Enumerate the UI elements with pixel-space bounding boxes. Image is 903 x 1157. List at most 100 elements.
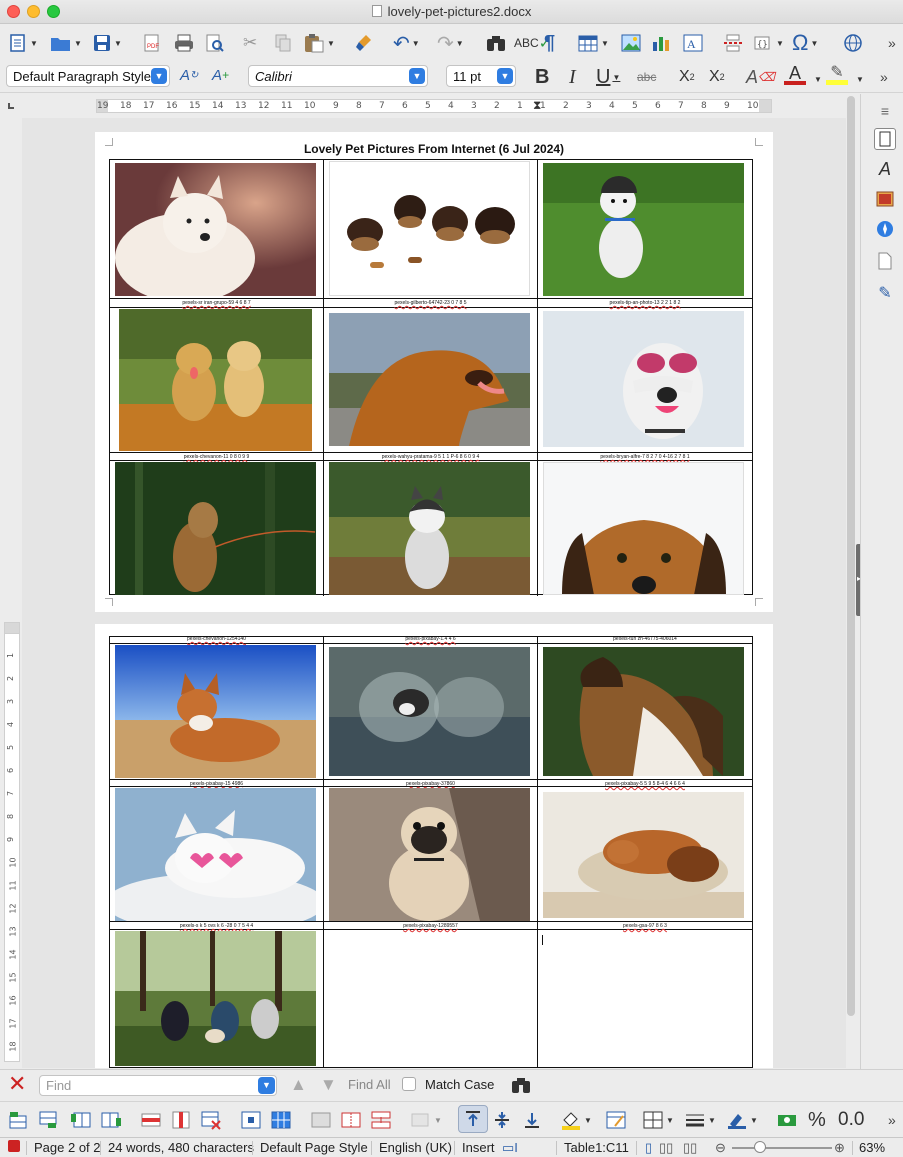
clear-formatting-icon[interactable]: A ⌫ — [746, 65, 775, 89]
number-format-decimal-icon[interactable]: 0.0 — [838, 1108, 864, 1132]
match-case-checkbox[interactable] — [402, 1077, 416, 1091]
chevron-down-icon[interactable]: ▼ — [409, 68, 425, 84]
insert-columns-after-icon[interactable] — [100, 1108, 122, 1132]
chevron-down-icon[interactable]: ▼ — [601, 39, 609, 48]
style-inspector-icon[interactable]: ✎ — [874, 282, 896, 304]
delete-table-icon[interactable] — [200, 1108, 222, 1132]
redo-icon[interactable]: ↷ ▼ — [437, 31, 464, 55]
close-find-bar-icon[interactable]: ✕ — [8, 1073, 26, 1095]
page-icon[interactable] — [874, 250, 896, 272]
multi-page-view-icon[interactable]: ▯▯ — [659, 1140, 673, 1156]
chevron-down-icon[interactable]: ▼ — [856, 75, 864, 84]
print-preview-icon[interactable] — [205, 31, 225, 55]
strikethrough-button[interactable]: abc — [637, 65, 656, 89]
photo-family-with-dog-park[interactable] — [115, 931, 316, 1066]
select-cell-icon[interactable] — [240, 1108, 262, 1132]
chevron-down-icon[interactable]: ▼ — [612, 73, 620, 82]
caption[interactable]: pexels-pixabay-37860 — [324, 780, 537, 788]
optimize-size-icon[interactable]: ▼ — [410, 1108, 442, 1132]
photo-puppy-sleeping-rug[interactable] — [543, 792, 744, 918]
split-cells-icon[interactable] — [340, 1108, 362, 1132]
font-size-select[interactable]: 11 pt ▼ — [446, 65, 516, 87]
vertical-ruler[interactable]: 1 2 3 4 5 6 7 8 9 10 11 12 13 14 15 16 17 18 — [4, 622, 20, 1062]
caption[interactable]: pexels-gilberto-64742-23 0 7 8 5 — [324, 299, 537, 307]
find-replace-icon[interactable] — [510, 1075, 532, 1098]
photo-beagle-looking-up[interactable] — [543, 647, 744, 776]
photo-corgi-beach[interactable] — [115, 645, 316, 778]
photo-cocker-spaniel-forest[interactable] — [115, 462, 316, 595]
highlight-color-button[interactable]: ✎ — [826, 65, 848, 89]
caption[interactable]: pexels-tun zh-46775-406014 — [538, 635, 752, 643]
find-next-icon[interactable]: ▼ — [320, 1075, 337, 1095]
chevron-down-icon[interactable]: ▼ — [810, 39, 818, 48]
caption[interactable]: pexels-sr iran-grupo-59 4 6 8 7 — [110, 299, 323, 307]
photo-table-continued[interactable]: pexels-chevanon-1254140 pexels-pixabay-1… — [109, 636, 753, 1068]
caption[interactable]: pexels-pixabay-5 5 9 5 8-4 6 4 6 6 4 — [538, 780, 752, 788]
gallery-icon[interactable] — [874, 188, 896, 210]
chevron-down-icon[interactable]: ▼ — [584, 1116, 592, 1125]
special-character-icon[interactable]: Ω ▼ — [792, 30, 818, 55]
caption[interactable]: pexels-pixabay-1289557 — [324, 922, 537, 930]
autoformat-styles-icon[interactable] — [605, 1108, 627, 1132]
language-status[interactable]: English (UK) — [379, 1140, 452, 1155]
page-2[interactable]: pexels-chevanon-1254140 pexels-pixabay-1… — [95, 624, 773, 1068]
indent-marker-icon[interactable]: ⧗ — [533, 98, 541, 113]
align-top-icon[interactable] — [458, 1105, 488, 1133]
insert-field-icon[interactable]: {} ▼ — [752, 31, 784, 55]
border-style-icon[interactable]: ▼ — [684, 1108, 716, 1132]
caption[interactable]: pexels-pixabay-15 4986 — [110, 780, 323, 788]
print-icon[interactable] — [173, 31, 195, 55]
center-vertically-icon[interactable] — [492, 1108, 512, 1132]
save-button[interactable]: ▼ — [92, 31, 122, 55]
insert-chart-icon[interactable] — [650, 31, 672, 55]
photo-samoyed-puppy[interactable] — [115, 163, 316, 296]
bold-button[interactable]: B — [535, 65, 549, 89]
split-table-icon[interactable] — [370, 1108, 392, 1132]
chevron-down-icon[interactable]: ▼ — [327, 39, 335, 48]
photo-aussie-puppy-grass[interactable] — [543, 163, 744, 296]
single-page-view-icon[interactable]: ▯ — [645, 1140, 652, 1156]
chevron-down-icon[interactable]: ▼ — [776, 39, 784, 48]
open-button[interactable]: ▼ — [50, 31, 82, 55]
photo-table[interactable]: pexels-sr iran-grupo-59 4 6 8 7 pexels-g… — [109, 159, 753, 596]
tab-type-icon[interactable] — [8, 103, 14, 109]
caption[interactable]: pexels-chevanon-1254140 — [110, 635, 323, 643]
select-table-icon[interactable] — [270, 1108, 292, 1132]
chevron-down-icon[interactable]: ▼ — [74, 39, 82, 48]
caption[interactable]: pexels-bryan-alfre-7 8 2 7 0 4-16 2 7 8 … — [538, 453, 752, 461]
font-name-select[interactable]: Calibri ▼ — [248, 65, 428, 87]
cut-icon[interactable]: ✂ — [243, 31, 257, 55]
find-all-button[interactable]: Find All — [348, 1077, 391, 1092]
zoom-in-icon[interactable]: ⊕ — [834, 1140, 845, 1156]
document-canvas[interactable]: Lovely Pet Pictures From Internet (6 Jul… — [22, 118, 848, 1068]
caption[interactable]: pexels-gsa-97 8 6 3 — [538, 922, 752, 930]
zoom-level-status[interactable]: 63% — [859, 1140, 885, 1155]
chevron-down-icon[interactable]: ▼ — [708, 1116, 716, 1125]
chevron-down-icon[interactable]: ▼ — [497, 68, 513, 84]
chevron-down-icon[interactable]: ▼ — [30, 39, 38, 48]
photo-dog-sunglasses[interactable] — [543, 311, 744, 447]
undo-icon[interactable]: ↶ ▼ — [393, 31, 420, 55]
vertical-scrollbar[interactable] — [846, 94, 856, 1069]
chevron-down-icon[interactable]: ▼ — [114, 39, 122, 48]
navigator-icon[interactable] — [874, 218, 896, 240]
chevron-down-icon[interactable]: ▼ — [666, 1116, 674, 1125]
superscript-button[interactable]: X2 — [679, 65, 695, 89]
photo-pug-sitting[interactable] — [329, 788, 530, 921]
chevron-down-icon[interactable]: ▼ — [814, 75, 822, 84]
zoom-out-icon[interactable]: ⊖ — [715, 1140, 726, 1156]
styles-icon[interactable]: A — [874, 158, 896, 180]
find-input[interactable]: Find ▼ — [39, 1075, 277, 1096]
clone-formatting-icon[interactable] — [354, 31, 374, 55]
photo-yorkie-puppies[interactable] — [329, 161, 530, 296]
font-color-button[interactable]: A — [784, 64, 806, 89]
delete-rows-icon[interactable] — [140, 1108, 162, 1132]
subscript-button[interactable]: X2 — [709, 65, 725, 89]
new-document-button[interactable]: ▼ — [8, 31, 38, 55]
ruler-strip[interactable]: 19 18 17 16 15 14 13 12 11 10 9 8 7 6 5 4 3 2 1 1 2 3 4 5 6 7 8 9 10… — [96, 98, 772, 113]
paragraph-style-select[interactable]: Default Paragraph Style ▼ — [6, 65, 170, 87]
table-cell-background-icon[interactable]: ▼ — [560, 1108, 592, 1132]
chevron-down-icon[interactable]: ▼ — [456, 39, 464, 48]
caption[interactable]: pexels-chevanon-11 0 8 0 9 9 — [110, 453, 323, 461]
borders-icon[interactable]: ▼ — [642, 1108, 674, 1132]
